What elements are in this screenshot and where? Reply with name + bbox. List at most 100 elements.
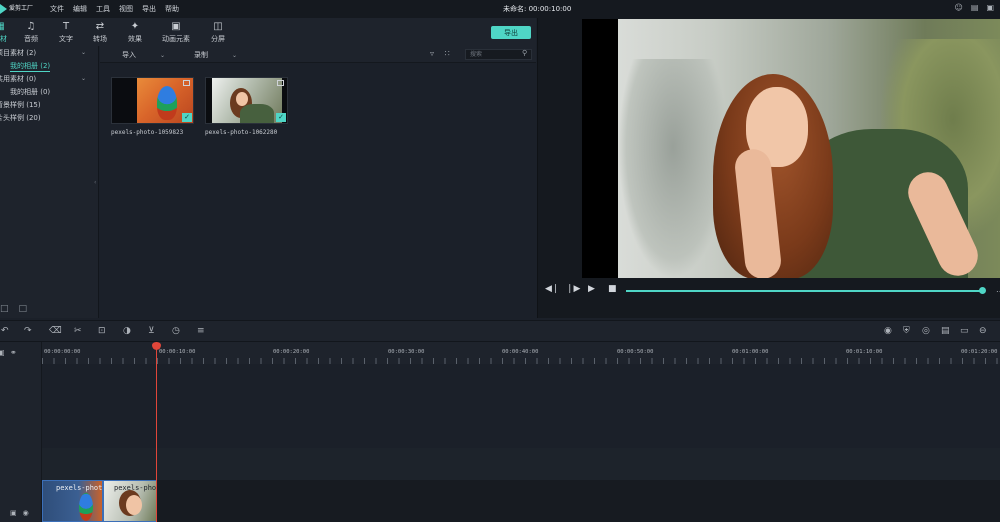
app-logo: 爱剪工厂 [0, 4, 50, 14]
more-icon[interactable]: … [996, 285, 1000, 294]
tree-background-samples[interactable]: 背景样例 (15) [0, 100, 41, 110]
transition-icon: ⇄ [95, 21, 105, 32]
user-icon[interactable]: ☺ [955, 3, 963, 12]
tree-my-album-selected[interactable]: 我的相册 (2) [10, 61, 51, 72]
tab-split-label: 分屏 [211, 35, 225, 43]
render-icon[interactable]: ◉ [884, 326, 892, 336]
tab-effects[interactable]: ✦ 效果 [115, 21, 155, 44]
undo-icon[interactable]: ↶ [1, 326, 9, 336]
playback-progress-bar[interactable] [626, 290, 982, 292]
color-icon[interactable]: ◑ [123, 326, 131, 336]
tree-intro-samples[interactable]: 片头样例 (20) [0, 113, 41, 123]
parrot-figure [157, 86, 177, 120]
adjust-icon[interactable]: ≡ [197, 326, 205, 336]
cut-icon[interactable]: ✂ [74, 326, 82, 336]
voiceover-icon[interactable]: ▤ [941, 326, 950, 336]
media-library: 导入 ⌄ 录制 ⌄ ▿ ∷ ⚲ ✓ pexels-photo-1059823 ✓ p… [100, 46, 536, 318]
video-track-lane[interactable] [42, 480, 1000, 522]
tab-split-screen[interactable]: ◫ 分屏 [198, 21, 238, 44]
stop-icon[interactable]: ■ [608, 284, 617, 294]
library-view-icons: ▿ ∷ [430, 49, 458, 58]
tab-elements-label: 动画元素 [162, 35, 190, 43]
eye-icon[interactable]: ◉ [23, 509, 29, 517]
tab-audio[interactable]: ♫ 音频 [11, 21, 51, 44]
girl-face [236, 92, 248, 106]
tree-shared-media[interactable]: 共用素材 (0) [0, 74, 36, 84]
menu-bar: 爱剪工厂 文件 编辑 工具 视图 导出 帮助 未命名: 00:00:10:00 … [0, 0, 1000, 18]
shield-icon[interactable]: ⛨ [903, 326, 910, 336]
library-header: 导入 ⌄ 录制 ⌄ ▿ ∷ ⚲ [100, 46, 536, 63]
menu-view[interactable]: 视图 [119, 4, 133, 14]
import-dropdown[interactable]: 导入 ⌄ [122, 50, 165, 60]
playhead-line[interactable] [156, 342, 157, 522]
track-headers: ▣ ⚭ ▣ ◉ [0, 342, 42, 522]
clip-thumbnail [126, 495, 142, 515]
menu-help[interactable]: 帮助 [165, 4, 179, 14]
cart-icon[interactable]: ▤ [971, 3, 979, 12]
tab-effects-label: 效果 [128, 35, 142, 43]
ruler-label: 00:01:00:00 [732, 349, 769, 355]
playback-progress-knob[interactable] [979, 287, 986, 294]
chevron-down-icon[interactable]: ⌄ [81, 75, 86, 82]
tree-project-media[interactable]: 项目素材 (2) [0, 48, 36, 58]
ruler-label: 00:00:00:00 [44, 349, 81, 355]
background-tree-left [618, 59, 728, 278]
track-lane[interactable] [42, 448, 1000, 480]
added-check-icon: ✓ [276, 113, 286, 122]
crop-icon[interactable]: ⊡ [98, 326, 106, 336]
tree-my-album[interactable]: 我的相册 (0) [10, 87, 50, 97]
link-icon[interactable]: ⚭ [10, 348, 17, 357]
add-folder-icon[interactable]: □ [0, 304, 9, 314]
preview-video[interactable] [582, 19, 1000, 278]
added-check-icon: ✓ [182, 113, 192, 122]
effects-icon: ✦ [130, 21, 140, 32]
media-thumb-1[interactable]: ✓ [111, 77, 194, 124]
filter-icon[interactable]: ▿ [430, 49, 434, 58]
sidebar-actions: □ □ [0, 304, 27, 314]
delete-icon[interactable]: ⌫ [49, 326, 62, 336]
menu-edit[interactable]: 编辑 [73, 4, 87, 14]
timeline: ▣ ⚭ ▣ ◉ 00:00:00:00 00:00:10:00 00:00:20… [0, 342, 1000, 522]
chevron-down-icon: ⌄ [160, 52, 166, 59]
play-icon[interactable]: ▶ [588, 284, 595, 294]
zoom-icon[interactable]: ⊖ [979, 326, 987, 336]
ruler-label: 00:00:30:00 [388, 349, 425, 355]
chevron-down-icon[interactable]: ⌄ [81, 49, 86, 56]
timeline-clip-2[interactable]: pexels-photo-1062280 [103, 480, 157, 522]
tab-elements[interactable]: ▣ 动画元素 [156, 21, 196, 44]
search-icon[interactable]: ⚲ [522, 49, 527, 57]
speed-icon[interactable]: ◷ [172, 326, 180, 336]
next-frame-icon[interactable]: ❘▶ [566, 284, 580, 294]
ruler-label: 00:01:10:00 [846, 349, 883, 355]
grid-view-icon[interactable]: ∷ [445, 49, 450, 58]
subtitle-icon[interactable]: ▭ [960, 326, 969, 336]
media-name-2: pexels-photo-1062280 [205, 129, 278, 136]
prev-frame-icon[interactable]: ◀❘ [545, 284, 559, 294]
redo-icon[interactable]: ↷ [24, 326, 32, 336]
export-button[interactable]: 导出 [491, 26, 531, 39]
time-ruler[interactable]: 00:00:00:00 00:00:10:00 00:00:20:00 00:0… [42, 342, 1000, 364]
menu-export[interactable]: 导出 [142, 4, 156, 14]
menu-file[interactable]: 文件 [50, 4, 64, 14]
media-sidebar: 项目素材 (2) ⌄ 我的相册 (2) 共用素材 (0) ⌄ 我的相册 (0) … [0, 46, 99, 318]
image-icon: ▣ [171, 21, 181, 32]
logo-text: 爱剪工厂 [9, 5, 34, 12]
timeline-clip-1[interactable]: pexels-photo-1059823 [42, 480, 103, 522]
collapse-handle-icon[interactable]: ‹ [94, 179, 96, 186]
mic-icon[interactable]: ◎ [922, 326, 930, 336]
preview-image [618, 19, 1000, 278]
logo-icon [0, 4, 7, 14]
tab-transition[interactable]: ⇄ 转场 [80, 21, 120, 44]
clip-label: pexels-photo-1062280 [114, 484, 157, 492]
record-dropdown[interactable]: 录制 ⌄ [194, 50, 237, 60]
ruler-ticks [42, 358, 1000, 364]
record-label: 录制 [194, 51, 208, 59]
clip-thumbnail [79, 493, 93, 521]
new-folder-icon[interactable]: □ [19, 304, 28, 314]
snap-icon[interactable]: ▣ [0, 348, 5, 357]
media-thumb-2[interactable]: ✓ [205, 77, 288, 124]
lock-icon[interactable]: ▣ [10, 509, 17, 517]
split-icon[interactable]: ⊻ [148, 326, 155, 336]
menu-tools[interactable]: 工具 [96, 4, 110, 14]
save-icon[interactable]: ▣ [986, 3, 994, 12]
